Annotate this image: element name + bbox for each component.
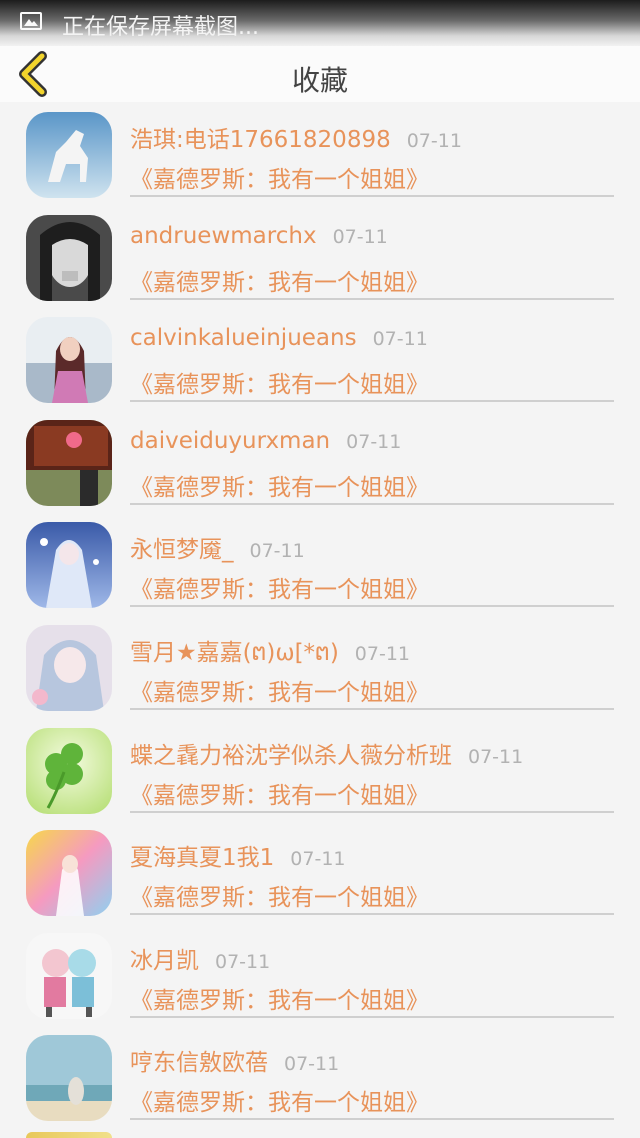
user-name: daiveiduyurxman (130, 427, 331, 454)
date: 07-11 (354, 642, 411, 665)
list-item[interactable]: calvinkalueinjueans 07-11 《嘉德罗斯：我有一个姐姐》 (0, 307, 640, 410)
divider (130, 502, 614, 505)
user-name: andruewmarchx (130, 222, 317, 249)
story-title[interactable]: 《嘉德罗斯：我有一个姐姐》 (130, 570, 429, 604)
story-title[interactable]: 《嘉德罗斯：我有一个姐姐》 (130, 981, 429, 1015)
user-name: calvinkalueinjueans (130, 325, 357, 352)
avatar[interactable] (26, 932, 112, 1019)
date: 07-11 (346, 430, 402, 453)
avatar[interactable] (26, 830, 112, 917)
date: 07-11 (215, 950, 271, 973)
user-name: 永恒梦魇_ (130, 537, 234, 564)
list-item[interactable]: 夏海真夏1我1 07-11 《嘉德罗斯：我有一个姐姐》 (0, 820, 640, 923)
date: 07-11 (290, 848, 346, 871)
favorites-list: 浩琪:电话17661820898 07-11 《嘉德罗斯：我有一个姐姐》 and… (0, 102, 640, 1128)
story-title[interactable]: 《嘉德罗斯：我有一个姐姐》 (130, 673, 429, 707)
divider (130, 1015, 614, 1018)
user-name: 冰月凯 (130, 947, 199, 974)
date: 07-11 (284, 1053, 340, 1076)
user-name: 哼东信敫欧蓓 (130, 1050, 268, 1077)
list-item[interactable]: daiveiduyurxman 07-11 《嘉德罗斯：我有一个姐姐》 (0, 410, 640, 513)
avatar[interactable] (26, 522, 112, 609)
image-icon (20, 12, 42, 30)
date: 07-11 (406, 130, 462, 152)
status-bar: 正在保存屏幕截图... (0, 0, 640, 46)
list-item[interactable]: 雪月★嘉嘉(ຕ)ω[*ຕ) 07-11 《嘉德罗斯：我有一个姐姐》 (0, 615, 640, 718)
divider (130, 297, 614, 300)
avatar[interactable] (26, 1035, 112, 1122)
status-text: 正在保存屏幕截图... (62, 15, 259, 40)
list-item[interactable]: andruewmarchx 07-11 《嘉德罗斯：我有一个姐姐》 (0, 205, 640, 308)
avatar[interactable] (26, 419, 112, 506)
story-title[interactable]: 《嘉德罗斯：我有一个姐姐》 (130, 160, 429, 194)
avatar[interactable] (26, 317, 112, 404)
avatar[interactable] (26, 214, 112, 301)
divider (130, 1118, 614, 1121)
avatar[interactable] (26, 112, 112, 198)
list-item[interactable]: 浩琪:电话17661820898 07-11 《嘉德罗斯：我有一个姐姐》 (0, 102, 640, 205)
user-name: 蝶之毳力裕沈学似杀人薇分析班 (130, 742, 452, 769)
header: 收藏 (0, 46, 640, 102)
date: 07-11 (468, 745, 524, 768)
story-title[interactable]: 《嘉德罗斯：我有一个姐姐》 (130, 263, 429, 297)
user-name: 浩琪:电话17661820898 (130, 127, 391, 153)
avatar[interactable] (26, 1132, 112, 1138)
avatar[interactable] (26, 727, 112, 814)
date: 07-11 (332, 225, 388, 248)
divider (130, 195, 614, 197)
divider (130, 707, 614, 710)
avatar[interactable] (26, 624, 112, 711)
date: 07-11 (249, 540, 305, 563)
story-title[interactable]: 《嘉德罗斯：我有一个姐姐》 (130, 878, 429, 912)
divider (130, 605, 614, 608)
date: 07-11 (372, 328, 428, 351)
user-name: 雪月★嘉嘉(ຕ)ω[*ຕ) (130, 639, 339, 666)
divider (130, 810, 614, 813)
list-item[interactable]: 蝶之毳力裕沈学似杀人薇分析班 07-11 《嘉德罗斯：我有一个姐姐》 (0, 718, 640, 821)
divider (130, 913, 614, 916)
user-name: 夏海真夏1我1 (130, 845, 275, 872)
list-item[interactable]: 冰月凯 07-11 《嘉德罗斯：我有一个姐姐》 (0, 923, 640, 1026)
story-title[interactable]: 《嘉德罗斯：我有一个姐姐》 (130, 776, 429, 810)
story-title[interactable]: 《嘉德罗斯：我有一个姐姐》 (130, 1083, 429, 1117)
list-item[interactable]: 哼东信敫欧蓓 07-11 《嘉德罗斯：我有一个姐姐》 (0, 1025, 640, 1128)
list-item[interactable]: 永恒梦魇_ 07-11 《嘉德罗斯：我有一个姐姐》 (0, 512, 640, 615)
story-title[interactable]: 《嘉德罗斯：我有一个姐姐》 (130, 365, 429, 399)
page-title: 收藏 (291, 64, 348, 97)
story-title[interactable]: 《嘉德罗斯：我有一个姐姐》 (130, 468, 429, 502)
divider (130, 400, 614, 403)
